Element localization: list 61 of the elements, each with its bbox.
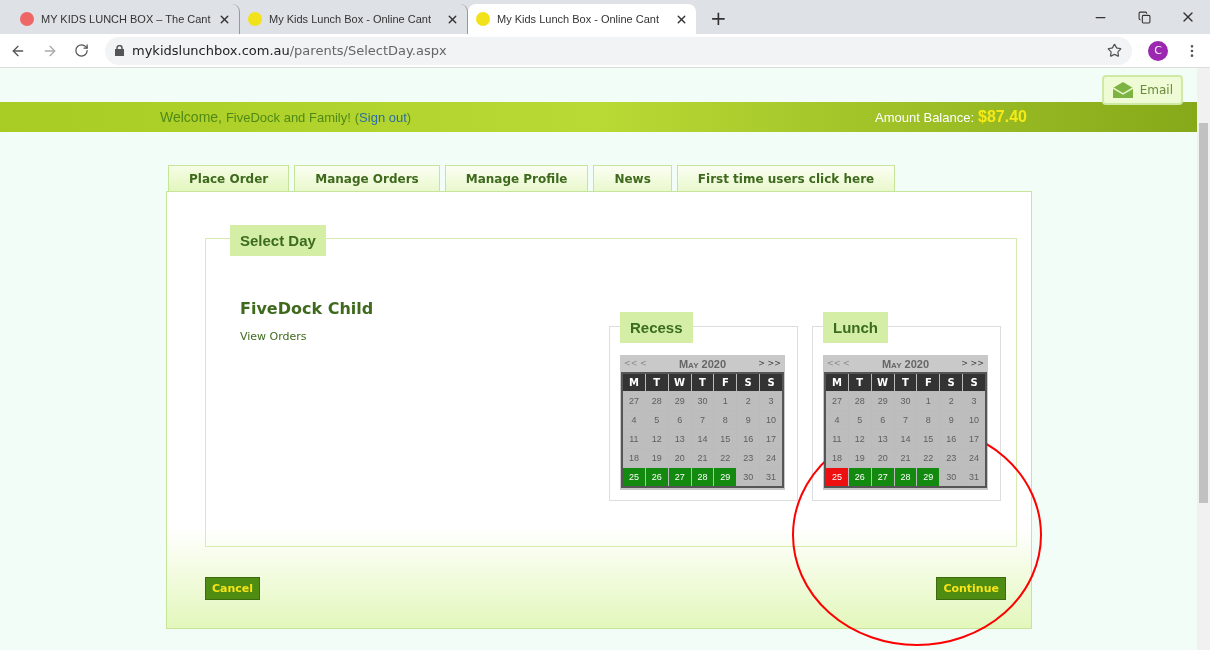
next-month-link[interactable]: > >>	[751, 359, 781, 368]
child-name: FiveDock Child	[240, 299, 375, 318]
browser-tab[interactable]: My Kids Lunch Box - Online Cant	[468, 4, 696, 34]
calendar-day[interactable]: 29	[917, 468, 940, 486]
weekday-header: T	[645, 374, 668, 391]
weekday-header: T	[691, 374, 714, 391]
envelope-icon	[1111, 82, 1134, 98]
section-title: Select Day	[230, 225, 326, 256]
cancel-button[interactable]: Cancel	[205, 577, 261, 600]
weekday-header: T	[848, 374, 871, 391]
calendar-day[interactable]: 26	[645, 468, 668, 486]
view-orders-link[interactable]: View Orders	[240, 330, 609, 343]
weekday-header: S	[963, 374, 985, 391]
weekday-header: S	[940, 374, 963, 391]
tab-title: My Kids Lunch Box - Online Cant	[269, 13, 433, 25]
sign-out-link[interactable]: Sign out	[359, 110, 407, 125]
favicon-icon	[248, 12, 262, 26]
calendar-day[interactable]: 27	[871, 468, 894, 486]
nav-tab[interactable]: News	[593, 165, 672, 191]
new-tab-button[interactable]: +	[696, 6, 727, 34]
favicon-icon	[20, 12, 34, 26]
meal-title: Recess	[620, 312, 693, 343]
tab-title: My Kids Lunch Box - Online Cant	[497, 13, 661, 25]
weekday-header: M	[826, 374, 848, 391]
balance-label: Amount Balance:	[875, 109, 975, 125]
weekday-header: W	[668, 374, 691, 391]
calendar-day[interactable]: 25	[826, 468, 848, 486]
weekday-header: S	[737, 374, 760, 391]
scrollbar[interactable]	[1197, 68, 1210, 650]
lock-icon	[115, 45, 124, 56]
restore-icon[interactable]	[1137, 10, 1151, 24]
calendar-day[interactable]: 26	[848, 468, 871, 486]
weekday-header: F	[714, 374, 737, 391]
tab-title: MY KIDS LUNCH BOX – The Cant	[41, 13, 211, 25]
calendar-day[interactable]: 27	[668, 468, 691, 486]
weekday-header: S	[760, 374, 782, 391]
welcome-text: Welcome, FiveDock and Family! (Sign out)	[160, 109, 412, 125]
meal-title: Lunch	[823, 312, 888, 343]
address-bar[interactable]: mykidslunchbox.com.au/parents/SelectDay.aspx	[105, 36, 1132, 65]
reload-icon[interactable]	[74, 43, 89, 58]
calendar-month: May 2020	[880, 357, 931, 370]
weekday-header: W	[871, 374, 894, 391]
favicon-icon	[476, 12, 490, 26]
nav-tab[interactable]: Manage Profile	[444, 165, 589, 191]
next-month-link[interactable]: > >>	[954, 359, 984, 368]
nav-tab[interactable]: Place Order	[168, 165, 290, 191]
profile-avatar[interactable]: C	[1148, 40, 1168, 61]
calendar-month: May 2020	[677, 357, 728, 370]
weekday-header: M	[623, 374, 645, 391]
continue-button[interactable]: Continue	[936, 577, 1006, 600]
nav-tab[interactable]: Manage Orders	[294, 165, 440, 191]
weekday-header: F	[917, 374, 940, 391]
star-icon[interactable]	[1107, 43, 1122, 58]
calendar-day[interactable]: 28	[691, 468, 714, 486]
nav-tab[interactable]: First time users click here	[676, 165, 896, 191]
calendar-day[interactable]: 29	[714, 468, 737, 486]
weekday-header: T	[894, 374, 917, 391]
calendar-day[interactable]: 25	[623, 468, 645, 486]
email-button[interactable]: Email	[1101, 75, 1183, 105]
balance-amount: $87.40	[978, 108, 1027, 126]
calendar-day[interactable]: 28	[894, 468, 917, 486]
